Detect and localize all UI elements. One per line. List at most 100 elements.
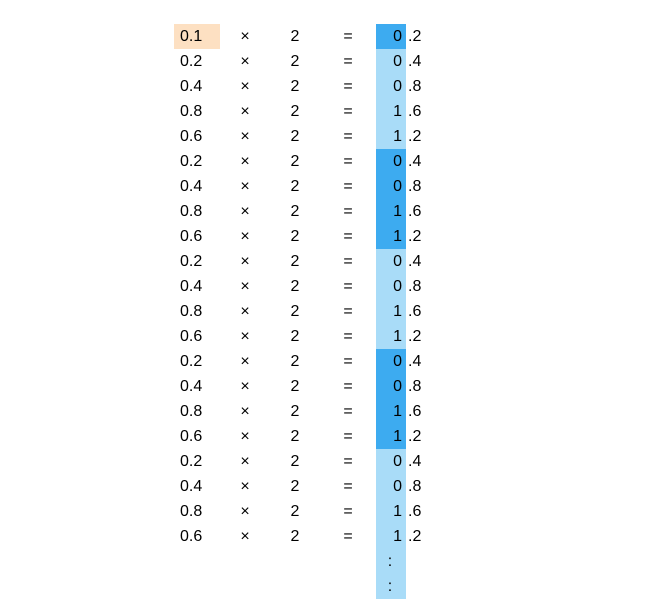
fraction-cell: .4 [406,349,446,374]
multiplier-cell: 2 [270,449,320,474]
table-row: 0.4×2=0.8 [174,374,446,399]
operand-cell: 0.6 [174,524,220,549]
multiplier-cell: 2 [270,349,320,374]
multiplier-cell: 2 [270,174,320,199]
multiplier-cell: 2 [270,199,320,224]
table-row: 0.6×2=1.2 [174,324,446,349]
fraction-cell: .4 [406,49,446,74]
fraction-cell: .8 [406,174,446,199]
empty-cell [174,549,220,574]
times-symbol: × [220,274,270,299]
equals-symbol: = [320,74,376,99]
operand-cell: 0.4 [174,274,220,299]
fraction-cell: .6 [406,499,446,524]
integer-bit-cell: 0 [376,449,406,474]
multiplier-cell: 2 [270,374,320,399]
fraction-cell: .2 [406,124,446,149]
times-symbol: × [220,24,270,49]
fraction-cell: .2 [406,24,446,49]
table-row: 0.6×2=1.2 [174,124,446,149]
table-row: 0.4×2=0.8 [174,174,446,199]
operand-cell: 0.4 [174,474,220,499]
integer-bit-cell: 0 [376,374,406,399]
operand-cell: 0.6 [174,424,220,449]
equals-symbol: = [320,499,376,524]
table-row: 0.2×2=0.4 [174,149,446,174]
table-row: 0.4×2=0.8 [174,474,446,499]
table-row: 0.2×2=0.4 [174,49,446,74]
equals-symbol: = [320,399,376,424]
times-symbol: × [220,149,270,174]
times-symbol: × [220,299,270,324]
integer-bit-cell: 1 [376,399,406,424]
empty-cell [320,549,376,574]
fraction-cell: .2 [406,524,446,549]
operand-cell: 0.8 [174,199,220,224]
times-symbol: × [220,374,270,399]
table-row: 0.1×2=0.2 [174,24,446,49]
empty-cell [270,574,320,599]
fraction-cell: .4 [406,149,446,174]
operand-cell: 0.8 [174,99,220,124]
equals-symbol: = [320,99,376,124]
operand-cell: 0.2 [174,449,220,474]
times-symbol: × [220,249,270,274]
table-row: 0.4×2=0.8 [174,74,446,99]
binary-fraction-table: 0.1×2=0.20.2×2=0.40.4×2=0.80.8×2=1.60.6×… [174,24,446,599]
operand-cell: 0.6 [174,224,220,249]
multiplier-cell: 2 [270,299,320,324]
operand-cell: 0.6 [174,124,220,149]
multiplier-cell: 2 [270,474,320,499]
empty-cell [270,549,320,574]
equals-symbol: = [320,174,376,199]
multiplier-cell: 2 [270,124,320,149]
operand-cell: 0.4 [174,174,220,199]
operand-cell: 0.4 [174,374,220,399]
multiplier-cell: 2 [270,324,320,349]
empty-cell [220,574,270,599]
equals-symbol: = [320,299,376,324]
equals-symbol: = [320,349,376,374]
fraction-cell: .8 [406,474,446,499]
equals-symbol: = [320,24,376,49]
operand-cell: 0.8 [174,399,220,424]
equals-symbol: = [320,424,376,449]
continuation-dots: : [376,549,406,574]
table-row: 0.6×2=1.2 [174,224,446,249]
times-symbol: × [220,499,270,524]
multiplier-cell: 2 [270,524,320,549]
empty-cell [320,574,376,599]
times-symbol: × [220,49,270,74]
fraction-cell: .2 [406,424,446,449]
multiplier-cell: 2 [270,499,320,524]
times-symbol: × [220,224,270,249]
integer-bit-cell: 1 [376,99,406,124]
table-row: 0.6×2=1.2 [174,424,446,449]
table-row: 0.8×2=1.6 [174,299,446,324]
times-symbol: × [220,349,270,374]
integer-bit-cell: 1 [376,299,406,324]
table-row: 0.2×2=0.4 [174,249,446,274]
operand-cell: 0.8 [174,499,220,524]
operand-cell: 0.2 [174,49,220,74]
equals-symbol: = [320,274,376,299]
integer-bit-cell: 1 [376,199,406,224]
equals-symbol: = [320,124,376,149]
integer-bit-cell: 0 [376,149,406,174]
times-symbol: × [220,324,270,349]
table-row: 0.8×2=1.6 [174,499,446,524]
times-symbol: × [220,424,270,449]
table-row: 0.2×2=0.4 [174,449,446,474]
operand-cell: 0.1 [174,24,220,49]
fraction-cell: .6 [406,299,446,324]
equals-symbol: = [320,249,376,274]
operand-cell: 0.8 [174,299,220,324]
integer-bit-cell: 0 [376,349,406,374]
multiplier-cell: 2 [270,424,320,449]
fraction-cell: .6 [406,199,446,224]
continuation-dots: : [376,574,406,599]
equals-symbol: = [320,374,376,399]
operand-cell: 0.2 [174,149,220,174]
multiplier-cell: 2 [270,274,320,299]
operand-cell: 0.6 [174,324,220,349]
